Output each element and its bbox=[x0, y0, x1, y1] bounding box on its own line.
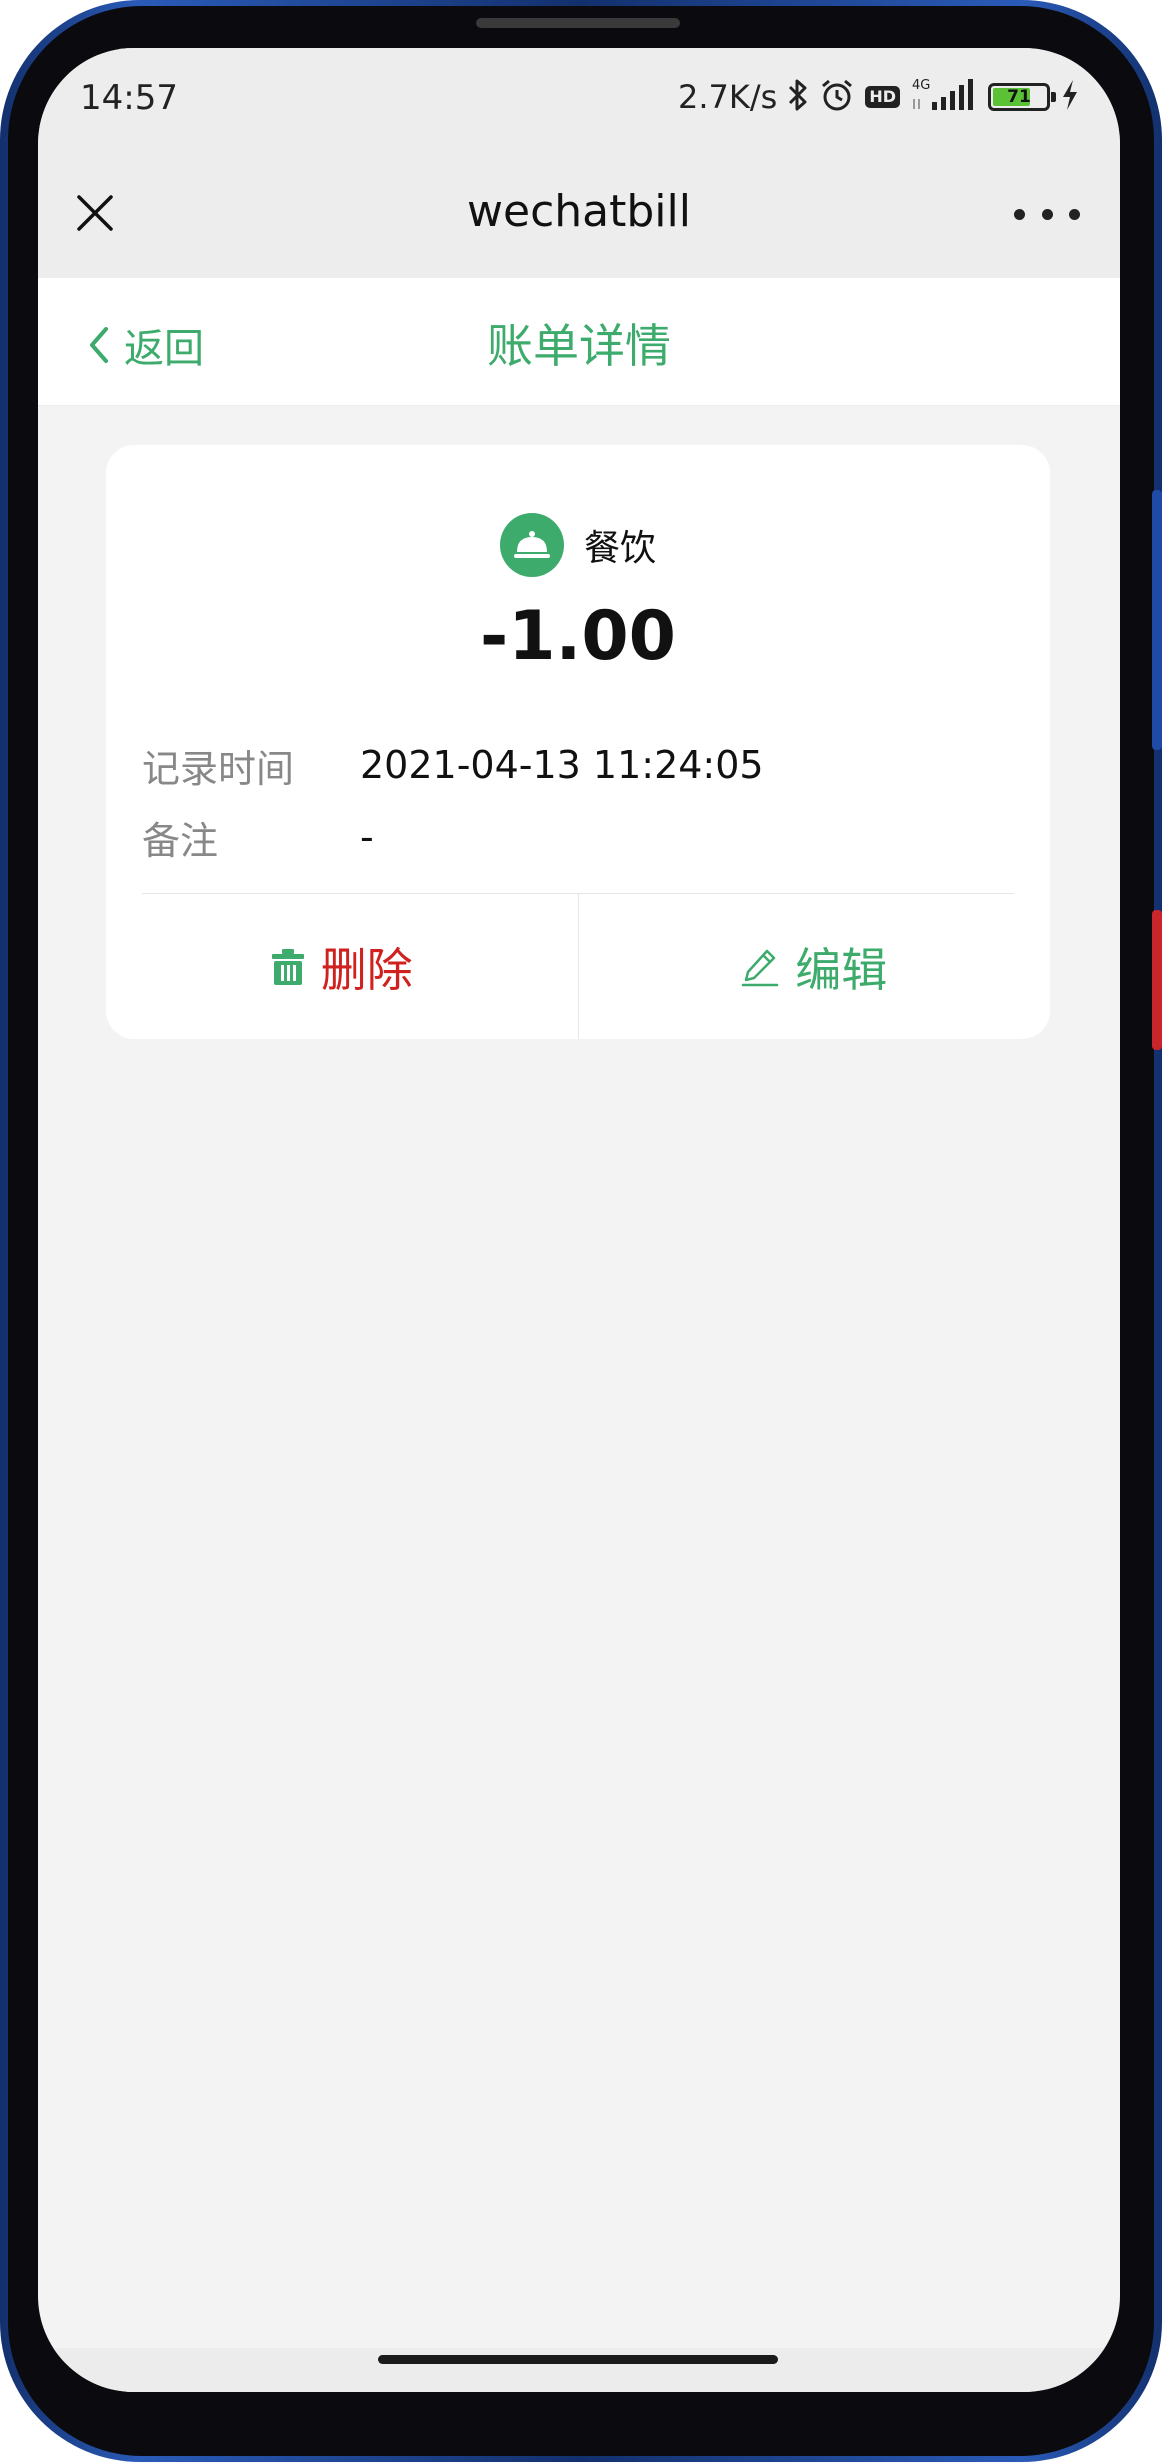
more-icon-dot bbox=[1041, 208, 1053, 220]
delete-label: 删除 bbox=[320, 942, 413, 997]
alarm-icon bbox=[819, 77, 855, 117]
status-icons: 2.7K/s HD 4G 71 bbox=[678, 76, 1080, 118]
dining-bell-icon bbox=[499, 513, 564, 577]
battery-level: 71 bbox=[1007, 87, 1031, 107]
chevron-left-icon bbox=[90, 327, 108, 363]
app-title: wechatbill bbox=[467, 186, 691, 237]
battery-cap bbox=[1051, 92, 1056, 102]
battery-icon: 71 bbox=[988, 83, 1056, 111]
back-label: 返回 bbox=[124, 326, 204, 372]
app-title-bar: wechatbill bbox=[38, 148, 1120, 278]
delete-button[interactable]: 删除 bbox=[106, 894, 579, 1039]
edit-button[interactable]: 编辑 bbox=[579, 894, 1051, 1039]
note-row: 备注 - bbox=[142, 807, 374, 867]
trash-icon bbox=[271, 948, 304, 985]
record-time-label: 记录时间 bbox=[142, 746, 295, 791]
back-button[interactable]: 返回 bbox=[88, 316, 204, 374]
network-type: 4G bbox=[912, 78, 930, 93]
phone-frame: 14:57 2.7K/s HD 4G 71 wechatbill 返回 账单详情… bbox=[0, 0, 1162, 2462]
bill-amount: -1.00 bbox=[480, 597, 676, 676]
card-actions: 删除 编辑 bbox=[106, 894, 1050, 1039]
more-icon-dot bbox=[1069, 208, 1080, 220]
page-header: 返回 账单详情 bbox=[38, 278, 1120, 406]
status-time: 14:57 bbox=[80, 78, 178, 118]
note-label: 备注 bbox=[142, 818, 219, 863]
note-value: - bbox=[360, 815, 374, 859]
category-name: 餐饮 bbox=[583, 528, 656, 569]
more-icon-dot bbox=[1014, 208, 1025, 220]
record-time-value: 2021-04-13 11:24:05 bbox=[360, 743, 764, 787]
side-power-button bbox=[1152, 910, 1162, 1050]
edit-label: 编辑 bbox=[795, 942, 888, 997]
record-time-row: 记录时间 2021-04-13 11:24:05 bbox=[142, 735, 764, 795]
charging-icon bbox=[1060, 78, 1080, 116]
net-speed: 2.7K/s bbox=[678, 78, 778, 116]
side-volume-button bbox=[1152, 490, 1162, 750]
pencil-icon bbox=[742, 949, 779, 986]
signal-icon: 4G bbox=[910, 77, 978, 117]
bill-detail-card: 餐饮 -1.00 记录时间 2021-04-13 11:24:05 备注 - 删… bbox=[106, 445, 1050, 1039]
status-bar: 14:57 2.7K/s HD 4G 71 bbox=[38, 48, 1120, 148]
bluetooth-icon bbox=[787, 77, 809, 117]
category-row: 餐饮 bbox=[106, 513, 1050, 577]
screen: 14:57 2.7K/s HD 4G 71 wechatbill 返回 账单详情… bbox=[38, 48, 1120, 2392]
earpiece bbox=[476, 18, 680, 28]
hd-icon: HD bbox=[865, 86, 900, 108]
more-button[interactable] bbox=[1014, 192, 1080, 236]
home-indicator[interactable] bbox=[378, 2355, 778, 2364]
